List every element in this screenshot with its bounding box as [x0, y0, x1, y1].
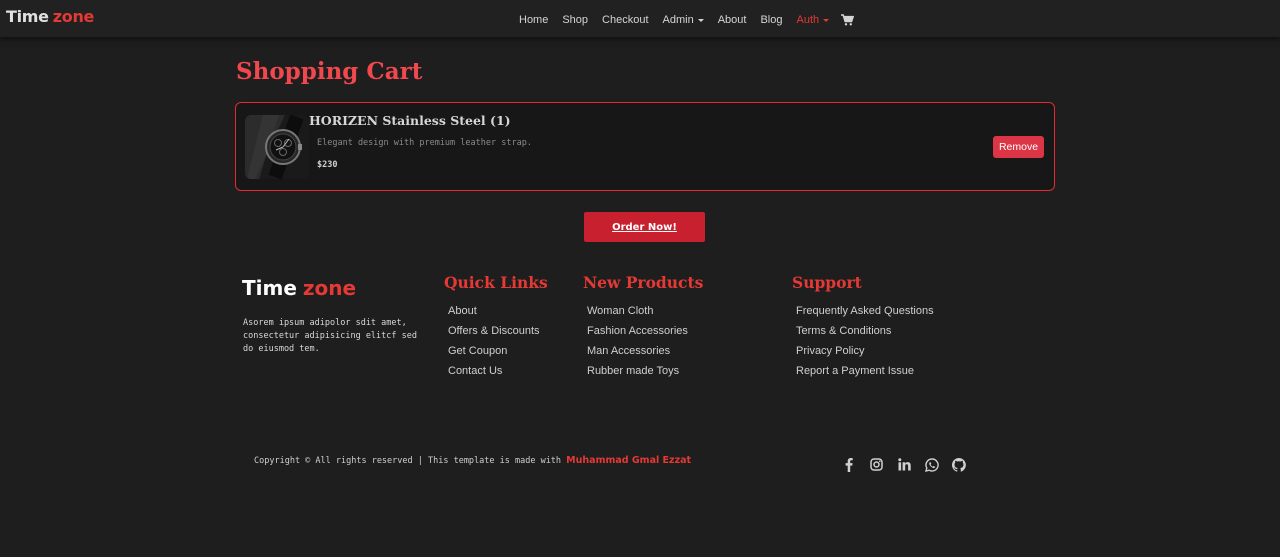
- remove-button[interactable]: Remove: [993, 136, 1044, 158]
- footer-about-text: Asorem ipsum adipolor sdit amet, consect…: [243, 318, 417, 354]
- nav-blog[interactable]: Blog: [760, 14, 782, 26]
- footer-link[interactable]: Contact Us: [448, 364, 548, 384]
- nav-auth-label: Auth: [796, 14, 820, 26]
- instagram-icon[interactable]: [870, 457, 884, 472]
- linkedin-icon[interactable]: [897, 457, 911, 472]
- brand-part-1: Time: [6, 7, 49, 26]
- order-now-button[interactable]: Order Now!: [584, 212, 705, 242]
- nav-checkout[interactable]: Checkout: [602, 14, 648, 26]
- nav-shop[interactable]: Shop: [562, 14, 588, 26]
- product-price: $230: [317, 160, 338, 170]
- author-link[interactable]: Muhammad Gmal Ezzat: [566, 455, 691, 466]
- footer-heading: Support: [792, 273, 862, 292]
- product-description: Elegant design with premium leather stra…: [317, 138, 532, 148]
- footer-link[interactable]: Report a Payment Issue: [796, 364, 934, 384]
- nav-home[interactable]: Home: [519, 14, 548, 26]
- footer-link[interactable]: Get Coupon: [448, 344, 548, 364]
- footer-brand-part-1: Time: [242, 276, 297, 300]
- footer-link[interactable]: About: [448, 304, 548, 324]
- footer-quick-links: Quick Links About Offers & Discounts Get…: [444, 273, 548, 384]
- footer-link[interactable]: Offers & Discounts: [448, 324, 548, 344]
- cart-item: HORIZEN Stainless Steel (1) Elegant desi…: [235, 102, 1055, 191]
- footer-link[interactable]: Privacy Policy: [796, 344, 934, 364]
- footer-brand-logo[interactable]: Time zone: [242, 276, 356, 300]
- social-links: [842, 457, 980, 472]
- footer-link[interactable]: Frequently Asked Questions: [796, 304, 934, 324]
- footer-brand-part-2: zone: [302, 276, 357, 300]
- nav-about[interactable]: About: [718, 14, 747, 26]
- footer-support: Support Frequently Asked Questions Terms…: [792, 273, 934, 384]
- caret-down-icon: [823, 18, 830, 22]
- brand-part-2: zone: [52, 7, 95, 26]
- copyright: Copyright © All rights reserved | This t…: [254, 455, 691, 466]
- facebook-icon[interactable]: [842, 457, 856, 472]
- shopping-cart-icon[interactable]: [841, 14, 855, 29]
- product-title[interactable]: HORIZEN Stainless Steel (1): [309, 113, 511, 128]
- copyright-text: Copyright © All rights reserved | This t…: [254, 456, 562, 466]
- footer-new-products: New Products Woman Cloth Fashion Accesso…: [583, 273, 703, 384]
- nav-menu: Home Shop Checkout Admin About Blog Auth: [519, 11, 855, 29]
- nav-admin-dropdown[interactable]: Admin: [663, 14, 704, 26]
- footer-link[interactable]: Man Accessories: [587, 344, 703, 364]
- footer-heading: New Products: [583, 273, 704, 292]
- page-title: Shopping Cart: [236, 58, 423, 85]
- navbar: Time zone Home Shop Checkout Admin About …: [0, 0, 1280, 37]
- footer-link[interactable]: Rubber made Toys: [587, 364, 703, 384]
- nav-auth-dropdown[interactable]: Auth: [797, 14, 830, 26]
- whatsapp-icon[interactable]: [924, 457, 939, 472]
- footer-link[interactable]: Terms & Conditions: [796, 324, 934, 344]
- footer-link[interactable]: Fashion Accessories: [587, 324, 703, 344]
- footer-heading: Quick Links: [444, 273, 548, 292]
- github-icon[interactable]: [952, 457, 966, 472]
- caret-down-icon: [697, 18, 704, 22]
- product-thumbnail: [245, 115, 309, 179]
- footer-link[interactable]: Woman Cloth: [587, 304, 703, 324]
- nav-admin-label: Admin: [662, 14, 694, 26]
- brand-logo[interactable]: Time zone: [6, 7, 94, 26]
